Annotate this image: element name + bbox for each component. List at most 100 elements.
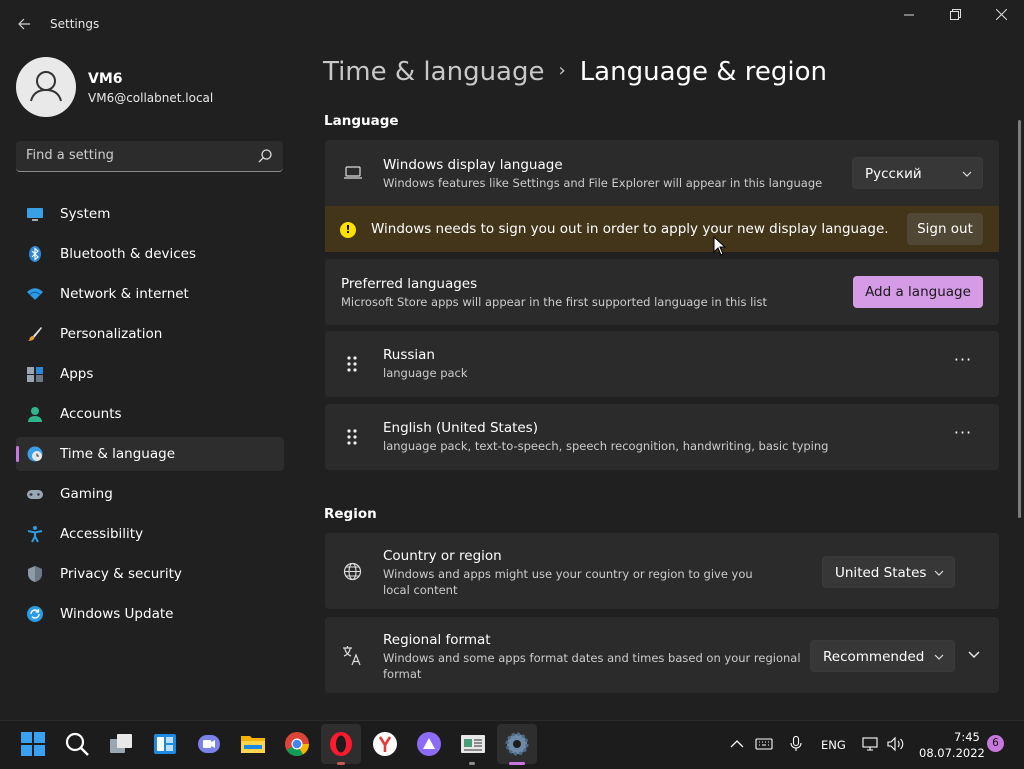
title-bar: Settings xyxy=(0,0,1024,48)
sidebar-item-system[interactable]: System xyxy=(16,197,284,231)
language-name: Russian xyxy=(383,347,435,363)
sign-out-button[interactable]: Sign out xyxy=(907,213,983,245)
language-item-russian[interactable]: Russian language pack ··· xyxy=(325,331,999,397)
laptop-icon xyxy=(344,166,362,179)
sidebar-item-time-language[interactable]: Time & language xyxy=(16,437,284,471)
file-explorer-icon[interactable] xyxy=(240,731,266,757)
display-language-card: Windows display language Windows feature… xyxy=(325,140,999,206)
avatar[interactable] xyxy=(16,57,76,117)
section-title-language: Language xyxy=(324,113,399,129)
restore-icon xyxy=(949,9,961,20)
sidebar-item-personalization[interactable]: Personalization xyxy=(16,317,284,351)
section-title-region: Region xyxy=(324,506,377,522)
user-name: VM6 xyxy=(88,71,123,87)
sidebar-item-accessibility[interactable]: Accessibility xyxy=(16,517,284,551)
sidebar-item-privacy[interactable]: Privacy & security xyxy=(16,557,284,591)
add-language-button[interactable]: Add a language xyxy=(853,276,983,308)
sidebar-item-label: Network & internet xyxy=(60,286,189,302)
widgets-icon[interactable] xyxy=(152,731,178,757)
globe-clock-icon xyxy=(27,446,43,462)
breadcrumb-parent[interactable]: Time & language xyxy=(323,57,544,87)
chrome-icon[interactable] xyxy=(284,731,310,757)
back-button[interactable] xyxy=(12,12,36,36)
input-language-indicator[interactable]: ENG xyxy=(821,738,846,752)
task-view-icon[interactable] xyxy=(108,731,134,757)
sidebar-item-label: Apps xyxy=(60,366,94,382)
sidebar-item-label: Time & language xyxy=(60,446,176,462)
keyboard-icon[interactable] xyxy=(755,736,773,752)
sidebar-item-label: Windows Update xyxy=(60,606,174,622)
app-title: Settings xyxy=(50,17,100,31)
arrow-left-icon xyxy=(18,18,30,30)
sidebar-item-label: Accessibility xyxy=(60,526,144,542)
more-options-button[interactable]: ··· xyxy=(948,349,978,379)
yandex-browser-icon[interactable] xyxy=(372,731,398,757)
chevron-down-icon xyxy=(934,654,944,660)
teams-chat-icon[interactable] xyxy=(196,731,222,757)
sidebar-item-label: Accounts xyxy=(60,406,122,422)
sidebar-item-label: Gaming xyxy=(60,486,113,502)
clock-time[interactable]: 7:45 xyxy=(954,730,980,744)
microphone-icon[interactable] xyxy=(787,736,805,752)
sidebar-item-gaming[interactable]: Gaming xyxy=(16,477,284,511)
country-region-description: Windows and apps might use your country … xyxy=(383,567,753,597)
search-icon[interactable] xyxy=(64,731,90,757)
sidebar-item-bluetooth[interactable]: Bluetooth & devices xyxy=(16,237,284,271)
user-email: VM6@collabnet.local xyxy=(88,91,214,105)
person-icon xyxy=(30,71,62,102)
language-item-english[interactable]: English (United States) language pack, t… xyxy=(325,404,999,470)
country-region-dropdown[interactable]: United States xyxy=(822,556,955,588)
system-icon xyxy=(27,208,43,221)
sidebar-item-label: System xyxy=(60,206,111,222)
sidebar-item-network[interactable]: Network & internet xyxy=(16,277,284,311)
search-input[interactable] xyxy=(26,148,246,163)
regional-format-icon xyxy=(343,646,361,666)
volume-icon[interactable] xyxy=(887,736,905,752)
expand-chevron-icon[interactable] xyxy=(967,650,981,660)
display-language-description: Windows features like Settings and File … xyxy=(383,176,823,190)
breadcrumb-separator: › xyxy=(558,60,566,81)
sidebar-item-label: Privacy & security xyxy=(60,566,182,582)
apps-icon xyxy=(27,367,43,382)
chevron-down-icon xyxy=(962,171,972,177)
preferred-languages-card: Preferred languages Microsoft Store apps… xyxy=(325,259,999,325)
sidebar-item-accounts[interactable]: Accounts xyxy=(16,397,284,431)
minimize-button[interactable] xyxy=(886,6,932,28)
taskbar: ENG 7:45 08.07.2022 xyxy=(0,720,1024,769)
accessibility-icon xyxy=(27,526,43,543)
display-language-dropdown[interactable]: Русский xyxy=(852,157,983,189)
drag-handle-icon[interactable] xyxy=(345,354,359,374)
news-app-icon[interactable] xyxy=(460,731,486,757)
more-options-button[interactable]: ··· xyxy=(948,422,978,452)
running-indicator xyxy=(337,762,345,765)
clock-date[interactable]: 08.07.2022 xyxy=(919,746,985,760)
wifi-icon xyxy=(27,288,43,300)
maximize-button[interactable] xyxy=(932,6,978,28)
network-icon[interactable] xyxy=(862,736,880,752)
warning-text: Windows needs to sign you out in order t… xyxy=(371,221,889,237)
scrollbar[interactable] xyxy=(1018,120,1021,518)
drag-handle-icon[interactable] xyxy=(345,427,359,447)
chevron-up-icon[interactable] xyxy=(728,736,746,752)
regional-format-card[interactable]: Regional format Windows and some apps fo… xyxy=(325,617,999,693)
notification-badge[interactable]: 6 xyxy=(987,735,1004,752)
sign-out-warning: ! Windows needs to sign you out in order… xyxy=(325,206,999,252)
language-features: language pack, text-to-speech, speech re… xyxy=(383,439,829,453)
sidebar-item-label: Bluetooth & devices xyxy=(60,246,197,262)
regional-format-description: Windows and some apps format dates and t… xyxy=(383,651,801,681)
settings-icon[interactable] xyxy=(504,731,530,757)
start-icon[interactable] xyxy=(20,731,46,757)
close-button[interactable] xyxy=(978,6,1024,28)
sidebar-item-windows-update[interactable]: Windows Update xyxy=(16,597,284,631)
alice-icon[interactable] xyxy=(416,731,442,757)
search-icon[interactable] xyxy=(257,148,273,164)
gamepad-icon xyxy=(27,490,43,499)
search-box[interactable] xyxy=(16,141,283,172)
mouse-cursor-icon xyxy=(713,236,727,256)
accounts-icon xyxy=(28,407,42,422)
regional-format-dropdown[interactable]: Recommended xyxy=(810,640,955,672)
country-region-title: Country or region xyxy=(383,548,502,564)
opera-icon[interactable] xyxy=(328,731,354,757)
sidebar-item-apps[interactable]: Apps xyxy=(16,357,284,391)
minimize-icon xyxy=(904,14,914,16)
